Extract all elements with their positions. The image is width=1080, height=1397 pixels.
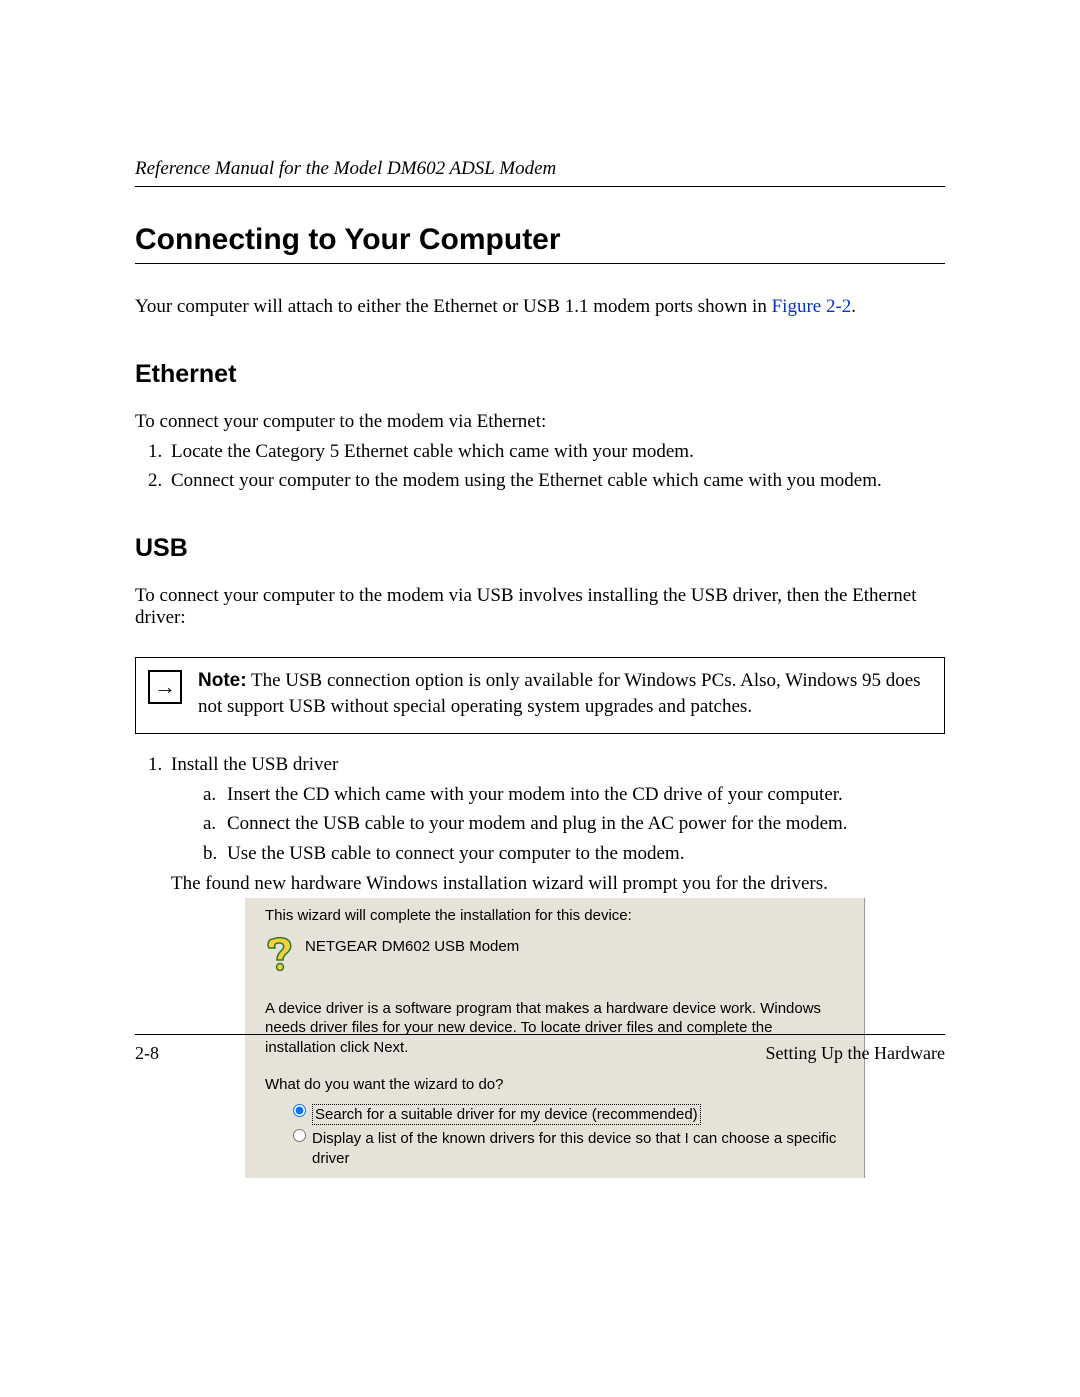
- install-step-1: Install the USB driver: [171, 754, 338, 775]
- wizard-line-1: This wizard will complete the installati…: [265, 906, 844, 926]
- list-item: Install the USB driver a.Insert the CD w…: [167, 752, 945, 1178]
- arrow-right-icon: →: [148, 670, 182, 704]
- note-text: Note: The USB connection option is only …: [198, 668, 932, 719]
- wizard-device-row: NETGEAR DM602 USB Modem: [265, 935, 844, 981]
- install-sublist: a.Insert the CD which came with your mod…: [171, 782, 945, 867]
- ethernet-lead: To connect your computer to the modem vi…: [135, 411, 945, 433]
- ethernet-heading: Ethernet: [135, 360, 945, 389]
- page-number: 2-8: [135, 1043, 159, 1064]
- wizard-device-name: NETGEAR DM602 USB Modem: [305, 935, 519, 957]
- list-item: b.Use the USB cable to connect your comp…: [203, 841, 945, 867]
- sub-text: Use the USB cable to connect your comput…: [227, 843, 684, 864]
- section-title: Connecting to Your Computer: [135, 223, 945, 264]
- sub-text: Insert the CD which came with your modem…: [227, 784, 843, 805]
- intro-text-post: .: [851, 296, 856, 317]
- sub-label: a.: [203, 811, 227, 837]
- note-box: → Note: The USB connection option is onl…: [135, 657, 945, 734]
- radio-search[interactable]: [293, 1104, 306, 1117]
- list-item: a.Connect the USB cable to your modem an…: [203, 811, 945, 837]
- document-page: Reference Manual for the Model DM602 ADS…: [0, 0, 1080, 1397]
- note-body: The USB connection option is only availa…: [198, 670, 921, 717]
- intro-paragraph: Your computer will attach to either the …: [135, 294, 945, 320]
- sub-label: b.: [203, 841, 227, 867]
- help-icon: [265, 935, 305, 981]
- install-continuation: The found new hardware Windows installat…: [171, 871, 945, 897]
- wizard-option-search[interactable]: Search for a suitable driver for my devi…: [293, 1104, 844, 1126]
- install-list: Install the USB driver a.Insert the CD w…: [135, 752, 945, 1178]
- wizard-option-list[interactable]: Display a list of the known drivers for …: [293, 1129, 844, 1168]
- list-item: a.Insert the CD which came with your mod…: [203, 782, 945, 808]
- sub-label: a.: [203, 782, 227, 808]
- figure-2-2-link[interactable]: Figure 2-2: [772, 296, 852, 317]
- chapter-name: Setting Up the Hardware: [766, 1043, 945, 1064]
- radio-label: Display a list of the known drivers for …: [312, 1129, 844, 1168]
- usb-lead: To connect your computer to the modem vi…: [135, 585, 945, 629]
- intro-text-pre: Your computer will attach to either the …: [135, 296, 772, 317]
- usb-heading: USB: [135, 534, 945, 563]
- list-item: Locate the Category 5 Ethernet cable whi…: [167, 439, 945, 465]
- sub-text: Connect the USB cable to your modem and …: [227, 813, 848, 834]
- note-icon-wrap: →: [148, 668, 198, 719]
- wizard-question: What do you want the wizard to do?: [265, 1075, 844, 1095]
- list-item: Connect your computer to the modem using…: [167, 468, 945, 494]
- note-label: Note:: [198, 670, 247, 691]
- page-footer: 2-8 Setting Up the Hardware: [135, 1034, 945, 1064]
- running-header: Reference Manual for the Model DM602 ADS…: [135, 158, 945, 187]
- ethernet-list: Locate the Category 5 Ethernet cable whi…: [135, 439, 945, 494]
- radio-list[interactable]: [293, 1129, 306, 1142]
- radio-label: Search for a suitable driver for my devi…: [312, 1104, 701, 1126]
